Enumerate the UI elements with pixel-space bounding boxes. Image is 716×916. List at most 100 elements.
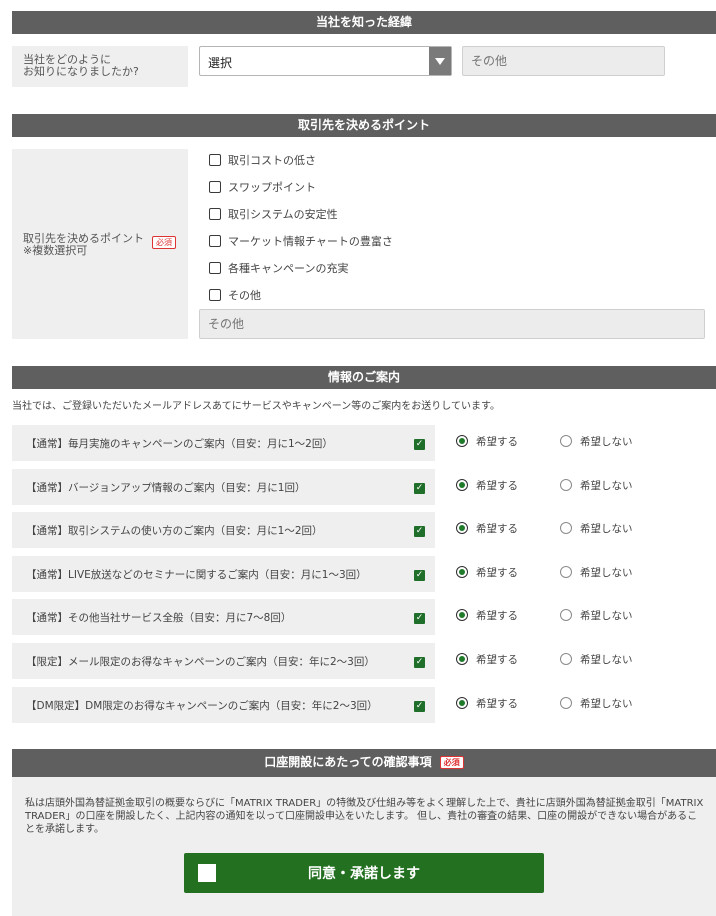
radio-selected-icon[interactable] — [456, 435, 468, 447]
radio-yes[interactable]: 希望する — [456, 434, 518, 448]
required-badge: 必須 — [439, 756, 464, 769]
points-other-input[interactable] — [199, 309, 705, 339]
radio-unselected-icon[interactable] — [560, 522, 572, 534]
table-row: 【DM限定】DM限定のお得なキャンペーンのご案内（目安：年に2〜3回） ✓ — [12, 687, 435, 723]
agree-button-label: 同意・承諾します — [308, 866, 420, 882]
radio-unselected-icon[interactable] — [560, 609, 572, 621]
point-option-label: マーケット情報チャートの豊富さ — [228, 235, 393, 248]
agree-button[interactable]: 同意・承諾します — [184, 853, 544, 893]
section-header-points: 取引先を決めるポイント — [12, 114, 716, 137]
points-label-line2: ※複数選択可 — [23, 244, 88, 257]
discovery-select-value: 選択 — [208, 56, 233, 70]
table-row: 【通常】毎月実施のキャンペーンのご案内（目安：月に1〜2回） ✓ — [12, 425, 435, 461]
point-option-label: スワップポイント — [228, 181, 316, 194]
point-option-label: その他 — [228, 289, 261, 302]
point-option[interactable]: 取引システムの安定性 — [209, 206, 338, 222]
check-icon: ✓ — [414, 657, 425, 668]
radio-no-label: 希望しない — [580, 653, 633, 666]
checkbox[interactable] — [209, 235, 221, 247]
point-option[interactable]: 各種キャンペーンの充実 — [209, 260, 348, 276]
radio-no[interactable]: 希望しない — [560, 608, 633, 622]
radio-yes-label: 希望する — [476, 479, 518, 492]
point-option[interactable]: マーケット情報チャートの豊富さ — [209, 233, 393, 249]
radio-no-label: 希望しない — [580, 479, 633, 492]
section-header-info: 情報のご案内 — [12, 366, 716, 389]
radio-no[interactable]: 希望しない — [560, 565, 633, 579]
checkbox[interactable] — [209, 181, 221, 193]
radio-selected-icon[interactable] — [456, 653, 468, 665]
checkbox[interactable] — [209, 289, 221, 301]
radio-yes[interactable]: 希望する — [456, 565, 518, 579]
discovery-other-input[interactable] — [462, 46, 665, 76]
radio-yes[interactable]: 希望する — [456, 652, 518, 666]
confirm-header-title: 口座開設にあたっての確認事項 — [264, 755, 432, 769]
radio-selected-icon[interactable] — [456, 609, 468, 621]
info-row-label: 【DM限定】DM限定のお得なキャンペーンのご案内（目安：年に2〜3回） — [26, 700, 378, 712]
radio-yes-label: 希望する — [476, 609, 518, 622]
radio-no-label: 希望しない — [580, 697, 633, 710]
info-intro: 当社では、ご登録いただいたメールアドレスあてにサービスやキャンペーン等のご案内を… — [12, 401, 500, 412]
radio-no-label: 希望しない — [580, 609, 633, 622]
section-header-confirm: 口座開設にあたっての確認事項 必須 — [12, 749, 716, 777]
point-option[interactable]: スワップポイント — [209, 179, 316, 195]
info-row-label: 【通常】毎月実施のキャンペーンのご案内（目安：月に1〜2回） — [26, 438, 333, 450]
table-row: 【限定】メール限定のお得なキャンペーンのご案内（目安：年に2〜3回） ✓ — [12, 643, 435, 679]
radio-no[interactable]: 希望しない — [560, 652, 633, 666]
discovery-select[interactable]: 選択 — [199, 46, 452, 76]
radio-yes[interactable]: 希望する — [456, 521, 518, 535]
section-header-discovery: 当社を知った経緯 — [12, 11, 716, 34]
point-option-label: 取引システムの安定性 — [228, 208, 338, 221]
check-icon: ✓ — [414, 701, 425, 712]
check-icon: ✓ — [414, 483, 425, 494]
radio-no[interactable]: 希望しない — [560, 696, 633, 710]
radio-yes[interactable]: 希望する — [456, 696, 518, 710]
radio-selected-icon[interactable] — [456, 566, 468, 578]
required-badge: 必須 — [152, 236, 176, 249]
radio-yes-label: 希望する — [476, 653, 518, 666]
radio-yes-label: 希望する — [476, 566, 518, 579]
radio-selected-icon[interactable] — [456, 697, 468, 709]
info-row-label: 【通常】その他当社サービス全般（目安：月に7〜8回） — [26, 612, 292, 624]
radio-unselected-icon[interactable] — [560, 697, 572, 709]
checkbox[interactable] — [209, 262, 221, 274]
point-option[interactable]: 取引コストの低さ — [209, 152, 316, 168]
radio-unselected-icon[interactable] — [560, 566, 572, 578]
point-option-label: 各種キャンペーンの充実 — [228, 262, 349, 275]
radio-no[interactable]: 希望しない — [560, 478, 633, 492]
radio-yes[interactable]: 希望する — [456, 608, 518, 622]
info-row-label: 【限定】メール限定のお得なキャンペーンのご案内（目安：年に2〜3回） — [26, 656, 375, 668]
points-label-cell: 取引先を決めるポイント ※複数選択可 必須 — [12, 149, 188, 339]
radio-no[interactable]: 希望しない — [560, 521, 633, 535]
radio-no-label: 希望しない — [580, 566, 633, 579]
radio-yes-label: 希望する — [476, 435, 518, 448]
check-icon: ✓ — [414, 613, 425, 624]
radio-unselected-icon[interactable] — [560, 479, 572, 491]
checkbox[interactable] — [209, 208, 221, 220]
discovery-label-cell: 当社をどのように お知りになりましたか? — [12, 46, 188, 87]
radio-no-label: 希望しない — [580, 435, 633, 448]
discovery-question: 当社をどのように お知りになりましたか? — [23, 53, 139, 78]
check-icon: ✓ — [414, 439, 425, 450]
table-row: 【通常】その他当社サービス全般（目安：月に7〜8回） ✓ — [12, 599, 435, 635]
point-option[interactable]: その他 — [209, 287, 261, 303]
radio-yes-label: 希望する — [476, 522, 518, 535]
info-row-label: 【通常】取引システムの使い方のご案内（目安：月に1〜2回） — [26, 525, 323, 537]
chevron-down-icon[interactable] — [429, 47, 451, 75]
confirm-area: 私は店頭外国為替証拠金取引の概要ならびに「MATRIX TRADER」の特徴及び… — [12, 777, 716, 916]
radio-unselected-icon[interactable] — [560, 653, 572, 665]
table-row: 【通常】取引システムの使い方のご案内（目安：月に1〜2回） ✓ — [12, 512, 435, 548]
check-icon: ✓ — [414, 570, 425, 581]
radio-yes[interactable]: 希望する — [456, 478, 518, 492]
radio-unselected-icon[interactable] — [560, 435, 572, 447]
radio-no[interactable]: 希望しない — [560, 434, 633, 448]
points-label: 取引先を決めるポイント ※複数選択可 — [23, 233, 144, 257]
radio-yes-label: 希望する — [476, 697, 518, 710]
checkbox[interactable] — [198, 864, 216, 882]
info-row-label: 【通常】LIVE放送などのセミナーに関するご案内（目安：月に1〜3回） — [26, 569, 367, 581]
radio-selected-icon[interactable] — [456, 522, 468, 534]
table-row: 【通常】LIVE放送などのセミナーに関するご案内（目安：月に1〜3回） ✓ — [12, 556, 435, 592]
check-icon: ✓ — [414, 526, 425, 537]
checkbox[interactable] — [209, 154, 221, 166]
radio-selected-icon[interactable] — [456, 479, 468, 491]
point-option-label: 取引コストの低さ — [228, 154, 316, 167]
